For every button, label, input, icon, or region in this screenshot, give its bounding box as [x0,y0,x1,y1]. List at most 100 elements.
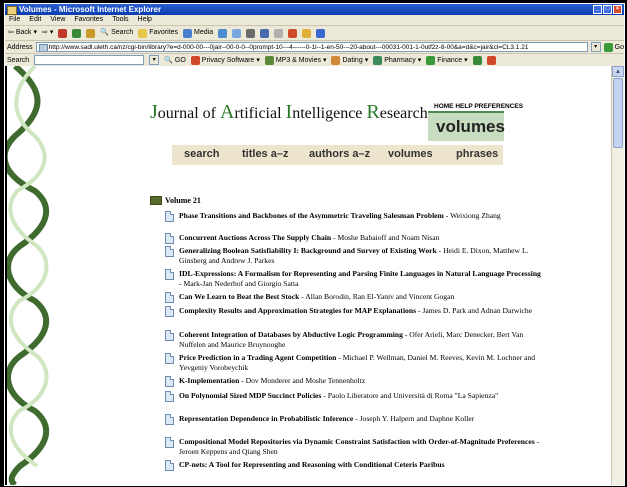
paper-entry[interactable]: Coherent Integration of Databases by Abd… [165,330,541,350]
paper-title[interactable]: Phase Transitions and Backbones of the A… [179,211,444,220]
paper-title[interactable]: Generalizing Boolean Satisfiability I: B… [179,246,437,255]
paper-title[interactable]: Complexity Results and Approximation Str… [179,306,416,315]
paper-title[interactable]: IDL-Expressions: A Formalism for Represe… [179,269,541,278]
paper-entry[interactable]: Price Prediction in a Trading Agent Comp… [165,353,541,373]
home-link[interactable]: HOME [434,103,454,110]
paper-authors: Weixiong Zhang [450,211,501,220]
volume-heading[interactable]: Volume 21 [150,196,201,205]
forward-button[interactable]: ⇨ ▾ [42,26,53,40]
toolbar-extra-icon[interactable] [316,28,326,38]
paper-authors: James D. Park and Adnan Darwiche [422,306,533,315]
paper-entry[interactable]: Can We Learn to Beat the Best Stock - Al… [165,292,541,303]
paper-entry[interactable]: CP-nets: A Tool for Representing and Rea… [165,460,541,471]
window-title: Volumes - Microsoft Internet Explorer [19,5,162,14]
address-dropdown[interactable]: ▾ [590,42,601,52]
back-button[interactable]: ⇦ Back ▾ [8,26,37,40]
link-mp3-movies[interactable]: MP3 & Movies ▾ [264,55,326,65]
link-pharmacy[interactable]: Pharmacy ▾ [373,55,421,65]
paper-title[interactable]: K-Implementation [179,376,239,385]
go-button[interactable]: Go [603,42,624,52]
open-folder-icon [150,196,162,205]
paper-entry[interactable]: Phase Transitions and Backbones of the A… [165,211,541,222]
paper-title[interactable]: Can We Learn to Beat the Best Stock [179,292,299,301]
extra-icon[interactable] [486,55,496,65]
paper-title[interactable]: Concurrent Auctions Across The Supply Ch… [179,233,331,242]
section-label: volumes [436,117,505,136]
messenger-icon[interactable] [288,28,298,38]
scroll-up-icon[interactable]: ▲ [612,66,624,77]
paper-entry[interactable]: Compositional Model Repositories via Dyn… [165,437,541,457]
paper-entry[interactable]: Generalizing Boolean Satisfiability I: B… [165,246,541,266]
nav-titles[interactable]: titles a–z [242,148,288,160]
paper-entry[interactable]: Concurrent Auctions Across The Supply Ch… [165,233,541,244]
paper-entry[interactable]: On Polynomial Sized MDP Succinct Policie… [165,391,541,402]
vertical-scrollbar[interactable]: ▲ [611,66,624,485]
link-finance[interactable]: Finance ▾ [426,55,468,65]
menu-tools[interactable]: Tools [112,15,128,25]
search-input[interactable] [34,55,145,65]
nav-volumes[interactable]: volumes [388,148,433,160]
menu-file[interactable]: File [9,15,20,25]
mail-icon[interactable] [232,28,242,38]
menu-favorites[interactable]: Favorites [74,15,103,25]
nav-search[interactable]: search [184,148,219,160]
menu-view[interactable]: View [50,15,65,25]
document-icon [165,330,174,341]
print-icon[interactable] [246,28,256,38]
paper-authors: Joseph Y. Halpern and Daphne Koller [359,414,475,423]
paper-authors: Paolo Liberatore and Università di Roma … [327,391,499,400]
paper-title[interactable]: Compositional Model Repositories via Dyn… [179,437,535,446]
search-icon: 🔍 [100,29,110,36]
decorative-vine-border [5,66,54,485]
maximize-button[interactable]: □ [603,5,612,14]
dating-icon [331,55,341,65]
paper-entry[interactable]: Complexity Results and Approximation Str… [165,306,541,317]
journal-page: Journal of Artificial Intelligence Resea… [54,66,612,485]
leaf-icon[interactable] [472,55,482,65]
address-input[interactable]: http://www.sadl.uleth.ca/nz/cgi-bin/libr… [35,42,588,52]
document-icon [165,353,174,364]
research-icon[interactable] [302,28,312,38]
scroll-thumb[interactable] [613,78,623,148]
preferences-link[interactable]: PREFERENCES [474,103,523,110]
link-dating[interactable]: Dating ▾ [331,55,368,65]
paper-entry[interactable]: IDL-Expressions: A Formalism for Represe… [165,269,541,289]
privacy-icon [190,55,200,65]
section-label-box: volumes [428,111,505,141]
document-icon [165,414,174,425]
discuss-icon[interactable] [274,28,284,38]
toolbar: ⇦ Back ▾ ⇨ ▾ 🔍 Search Favorites Media [5,26,624,41]
menu-edit[interactable]: Edit [29,15,41,25]
favorites-button[interactable]: Favorites [138,26,178,40]
paper-entry[interactable]: K-Implementation - Dov Monderer and Mosh… [165,376,541,387]
media-button[interactable]: Media [183,26,213,40]
edit-icon[interactable] [260,28,270,38]
paper-title[interactable]: Representation Dependence in Probabilist… [179,414,353,423]
history-icon[interactable] [218,28,228,38]
home-icon[interactable] [86,28,96,38]
page-icon [38,44,48,51]
nav-phrases[interactable]: phrases [456,148,498,160]
search-dropdown[interactable]: ▾ [149,55,160,65]
paper-title[interactable]: On Polynomial Sized MDP Succinct Policie… [179,391,321,400]
paper-title[interactable]: CP-nets: A Tool for Representing and Rea… [179,460,445,469]
document-icon [165,269,174,280]
paper-title[interactable]: Coherent Integration of Databases by Abd… [179,330,403,339]
stop-icon[interactable] [58,28,68,38]
search-button[interactable]: 🔍 Search [100,26,133,40]
refresh-icon[interactable] [72,28,82,38]
search-label: Search [7,56,30,64]
paper-title[interactable]: Price Prediction in a Trading Agent Comp… [179,353,336,362]
document-icon [165,292,174,303]
menu-bar: File Edit View Favorites Tools Help [5,15,624,26]
menu-help[interactable]: Help [138,15,152,25]
help-link[interactable]: HELP [455,103,472,110]
close-button[interactable]: × [613,5,622,14]
address-label: Address [7,43,33,51]
link-privacy-software[interactable]: Privacy Software ▾ [190,55,260,65]
nav-authors[interactable]: authors a–z [309,148,370,160]
forward-arrow-icon: ⇨ [41,29,48,36]
search-go-button[interactable]: 🔍 GO [164,56,186,65]
minimize-button[interactable]: _ [593,5,602,14]
paper-entry[interactable]: Representation Dependence in Probabilist… [165,414,541,425]
